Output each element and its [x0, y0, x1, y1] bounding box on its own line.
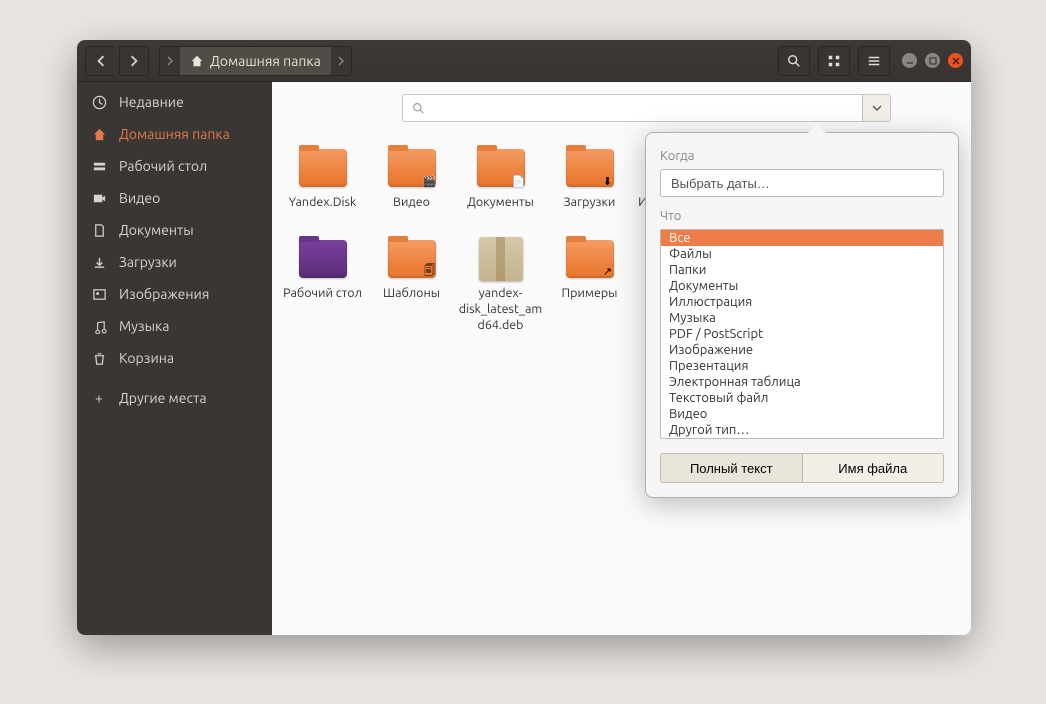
minimize-button[interactable]: [902, 53, 917, 68]
back-button[interactable]: [85, 46, 115, 76]
sidebar-item-label: Домашняя папка: [119, 126, 230, 142]
sidebar-item-label: Видео: [119, 190, 160, 206]
desktop-icon: [91, 159, 107, 174]
choose-dates-button[interactable]: Выбрать даты…: [660, 169, 944, 197]
music-icon: [91, 319, 107, 334]
sidebar-other-label: Другие места: [119, 390, 207, 406]
file-label: Загрузки: [545, 194, 634, 210]
file-item[interactable]: ⬇ Загрузки: [545, 142, 634, 227]
file-item[interactable]: 🗐 Шаблоны: [367, 233, 456, 334]
type-option[interactable]: Электронная таблица: [661, 374, 943, 390]
sidebar-item-home[interactable]: Домашняя папка: [77, 118, 272, 150]
type-option[interactable]: PDF / PostScript: [661, 326, 943, 342]
download-icon: [91, 255, 107, 270]
clock-icon: [91, 95, 107, 110]
type-option[interactable]: Документы: [661, 278, 943, 294]
sidebar-item-label: Документы: [119, 222, 194, 238]
folder-icon: [299, 240, 347, 278]
filename-button[interactable]: Имя файла: [803, 454, 944, 482]
path-separator-icon[interactable]: [160, 47, 180, 75]
folder-icon: [299, 149, 347, 187]
type-option[interactable]: Файлы: [661, 246, 943, 262]
file-label: Шаблоны: [367, 285, 456, 301]
sidebar-item-music[interactable]: Музыка: [77, 310, 272, 342]
sidebar-item-label: Рабочий стол: [119, 158, 207, 174]
video-icon: [91, 191, 107, 206]
file-label: yandex-disk_latest_amd64.deb: [456, 285, 545, 334]
main-pane: Yandex.Disk🎬Видео📄Документы⬇Загрузки🖼Изо…: [272, 82, 971, 635]
sidebar-item-label: Изображения: [119, 286, 209, 302]
path-home-button[interactable]: Домашняя папка: [180, 47, 331, 75]
search-filter-popover: Когда Выбрать даты… Что ВсеФайлыПапкиДок…: [645, 132, 959, 498]
type-option[interactable]: Видео: [661, 406, 943, 422]
type-option[interactable]: Иллюстрация: [661, 294, 943, 310]
sidebar-item-label: Музыка: [119, 318, 169, 334]
image-icon: [91, 287, 107, 302]
sidebar-item-download[interactable]: Загрузки: [77, 246, 272, 278]
search-button[interactable]: [778, 46, 810, 76]
sidebar-item-label: Загрузки: [119, 254, 177, 270]
sidebar: Недавние Домашняя папка Рабочий стол Видео Д…: [77, 82, 272, 635]
close-button[interactable]: [948, 53, 963, 68]
path-bar: Домашняя папка: [159, 46, 352, 76]
search-icon: [403, 95, 433, 121]
file-item[interactable]: ↗ Примеры: [545, 233, 634, 334]
path-home-label: Домашняя папка: [210, 53, 321, 69]
folder-icon: 📄: [477, 149, 525, 187]
sidebar-item-label: Недавние: [119, 94, 184, 110]
search-mode-toggle: Полный текст Имя файла: [660, 453, 944, 483]
when-label: Когда: [660, 149, 944, 163]
folder-icon: ↗: [566, 240, 614, 278]
file-item[interactable]: 🎬 Видео: [367, 142, 456, 227]
menu-button[interactable]: [858, 46, 890, 76]
window-controls: [902, 53, 963, 68]
sidebar-item-doc[interactable]: Документы: [77, 214, 272, 246]
file-label: Рабочий стол: [278, 285, 367, 301]
sidebar-item-trash[interactable]: Корзина: [77, 342, 272, 374]
doc-icon: [91, 223, 107, 238]
trash-icon: [91, 351, 107, 366]
type-option[interactable]: Текстовый файл: [661, 390, 943, 406]
full-text-button[interactable]: Полный текст: [661, 454, 803, 482]
titlebar: Домашняя папка: [77, 40, 971, 82]
file-label: Примеры: [545, 285, 634, 301]
type-option[interactable]: Музыка: [661, 310, 943, 326]
file-item[interactable]: yandex-disk_latest_amd64.deb: [456, 233, 545, 334]
view-mode-button[interactable]: [818, 46, 850, 76]
sidebar-other-places[interactable]: + Другие места: [77, 382, 272, 414]
type-option[interactable]: Другой тип…: [661, 422, 943, 438]
folder-icon: ⬇: [566, 149, 614, 187]
file-item[interactable]: Рабочий стол: [278, 233, 367, 334]
sidebar-item-desktop[interactable]: Рабочий стол: [77, 150, 272, 182]
sidebar-item-label: Корзина: [119, 350, 174, 366]
file-label: Yandex.Disk: [278, 194, 367, 210]
maximize-button[interactable]: [925, 53, 940, 68]
folder-icon: 🎬: [388, 149, 436, 187]
type-option[interactable]: Изображение: [661, 342, 943, 358]
file-item[interactable]: 📄 Документы: [456, 142, 545, 227]
type-option[interactable]: Папки: [661, 262, 943, 278]
file-label: Видео: [367, 194, 456, 210]
home-icon: [91, 127, 107, 142]
type-list: ВсеФайлыПапкиДокументыИллюстрацияМузыкаP…: [660, 229, 944, 439]
type-option[interactable]: Все: [661, 230, 943, 246]
path-separator-icon[interactable]: [331, 47, 351, 75]
search-input[interactable]: [433, 95, 862, 121]
file-label: Документы: [456, 194, 545, 210]
search-bar: [402, 94, 891, 122]
forward-button[interactable]: [119, 46, 149, 76]
what-label: Что: [660, 209, 944, 223]
sidebar-item-clock[interactable]: Недавние: [77, 86, 272, 118]
package-icon: [479, 237, 523, 281]
file-item[interactable]: Yandex.Disk: [278, 142, 367, 227]
sidebar-item-video[interactable]: Видео: [77, 182, 272, 214]
file-manager-window: Домашняя папка Недавние Домашняя папка Раб…: [77, 40, 971, 635]
type-option[interactable]: Презентация: [661, 358, 943, 374]
home-icon: [190, 54, 204, 68]
search-options-dropdown[interactable]: [862, 95, 890, 121]
folder-icon: 🗐: [388, 240, 436, 278]
plus-icon: +: [91, 390, 107, 406]
sidebar-item-image[interactable]: Изображения: [77, 278, 272, 310]
